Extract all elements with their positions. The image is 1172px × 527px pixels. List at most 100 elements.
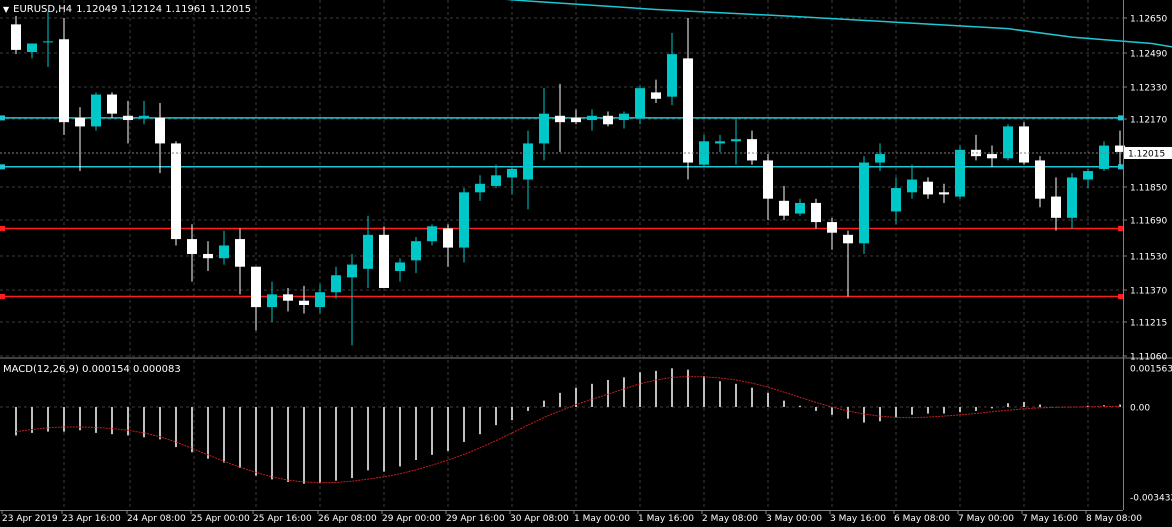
candle-bull — [363, 234, 373, 269]
candle-bull — [667, 54, 677, 97]
time-tick-label: 6 May 08:00 — [894, 514, 950, 524]
macd-histogram — [15, 368, 1121, 484]
level-handle — [1118, 225, 1123, 231]
candle-bear — [187, 239, 197, 254]
candle-bear — [299, 300, 309, 305]
candle-bear — [107, 94, 117, 114]
price-tick-label: 1.11215 — [1130, 319, 1167, 329]
candle-bull — [315, 292, 325, 308]
candle-bear — [251, 266, 261, 308]
chart-canvas[interactable]: 1.12015 1.12650 1.12490 1.12330 1.12170 1.118… — [0, 0, 1172, 527]
candle-bear — [747, 139, 757, 161]
candle-bull — [1083, 171, 1093, 180]
macd-signal — [15, 376, 1121, 484]
candle-bull — [539, 113, 549, 144]
level-handle — [0, 225, 5, 231]
time-tick-label: 1 May 16:00 — [638, 514, 694, 524]
chart-header: ▼ EURUSD,H4 1.12049 1.12124 1.11961 1.12… — [3, 2, 251, 16]
price-tick-label: 1.11530 — [1130, 253, 1167, 263]
horizontal-levels[interactable] — [0, 115, 1123, 299]
symbol-timeframe: EURUSD,H4 — [13, 3, 73, 15]
candle-bull — [395, 262, 405, 271]
candle-bull — [267, 294, 277, 308]
macd-tick-label: -0.003432 — [1130, 494, 1172, 504]
candle-bear — [827, 222, 837, 233]
candle-bear — [779, 200, 789, 216]
candle-bear — [603, 115, 613, 125]
dropdown-triangle-icon[interactable]: ▼ — [3, 5, 9, 14]
price-tick-label: 1.11850 — [1130, 184, 1167, 194]
candle-bull — [27, 43, 37, 53]
candle-bear — [59, 39, 69, 123]
time-tick-label: 3 May 16:00 — [830, 514, 886, 524]
grid — [0, 0, 1123, 510]
candle-bear — [1051, 196, 1061, 218]
level-handle — [0, 115, 5, 121]
candle-bull — [427, 226, 437, 242]
candle-bear — [11, 24, 21, 50]
candle-bull — [1003, 126, 1013, 159]
price-tick-label: 1.11690 — [1130, 217, 1167, 227]
time-tick-label: 29 Apr 00:00 — [382, 514, 441, 524]
candle-bull — [43, 41, 53, 43]
ohlc-values: 1.12049 1.12124 1.11961 1.12015 — [76, 3, 252, 15]
time-tick-label: 8 May 08:00 — [1086, 514, 1142, 524]
candle-bull — [619, 113, 629, 121]
price-tick-label: 1.11370 — [1130, 287, 1167, 297]
candle-bear — [379, 234, 389, 288]
candle-bear — [123, 115, 133, 121]
time-tick-label: 1 May 00:00 — [574, 514, 630, 524]
candle-bull — [459, 192, 469, 248]
level-handle — [1118, 115, 1123, 121]
price-tick-label: 1.12330 — [1130, 84, 1167, 94]
candle-bear — [651, 92, 661, 99]
price-tick-label: 1.12490 — [1130, 50, 1167, 60]
candle-bull — [523, 143, 533, 180]
time-tick-label: 23 Apr 2019 — [2, 514, 58, 524]
time-tick-label: 25 Apr 00:00 — [191, 514, 250, 524]
macd-tick-label: 0.00 — [1130, 404, 1150, 414]
time-tick-label: 24 Apr 08:00 — [127, 514, 186, 524]
candle-bull — [331, 275, 341, 293]
time-tick-label: 3 May 00:00 — [766, 514, 822, 524]
level-handle — [0, 293, 5, 299]
candle-bear — [1019, 126, 1029, 163]
candle-bull — [715, 141, 725, 144]
candle-bear — [443, 228, 453, 248]
candle-bull — [875, 154, 885, 163]
candle-bear — [155, 117, 165, 144]
candle-bear — [987, 154, 997, 159]
price-tick-label: 1.12650 — [1130, 15, 1167, 25]
time-tick-label: 30 Apr 08:00 — [510, 514, 569, 524]
candle-bull — [219, 245, 229, 259]
candle-bull — [507, 168, 517, 178]
candle-bull — [587, 115, 597, 121]
candle-bull — [491, 175, 501, 186]
time-tick-label: 7 May 16:00 — [1022, 514, 1078, 524]
candle-bear — [843, 234, 853, 244]
time-tick-label: 23 Apr 16:00 — [62, 514, 121, 524]
candle-bull — [1067, 177, 1077, 218]
level-handle — [1118, 164, 1123, 170]
time-tick-label: 2 May 08:00 — [702, 514, 758, 524]
candle-bear — [171, 143, 181, 240]
candle-bear — [763, 160, 773, 199]
candle-bull — [347, 264, 357, 278]
candle-bear — [571, 117, 581, 123]
candle-bull — [1099, 145, 1109, 169]
candle-bear — [283, 294, 293, 301]
candle-bull — [635, 88, 645, 118]
candle-bear — [75, 117, 85, 127]
signal-line — [15, 376, 1121, 484]
time-tick-label: 25 Apr 16:00 — [253, 514, 312, 524]
candle-bull — [731, 139, 741, 142]
moving-average — [505, 0, 1172, 48]
macd-label: MACD(12,26,9) 0.000154 0.000083 — [3, 364, 181, 375]
candle-bear — [811, 202, 821, 223]
time-tick-label: 26 Apr 08:00 — [318, 514, 377, 524]
candle-bull — [955, 149, 965, 197]
time-tick-label: 7 May 00:00 — [958, 514, 1014, 524]
candle-bear — [235, 239, 245, 267]
candle-bull — [859, 162, 869, 244]
candle-bear — [923, 181, 933, 195]
